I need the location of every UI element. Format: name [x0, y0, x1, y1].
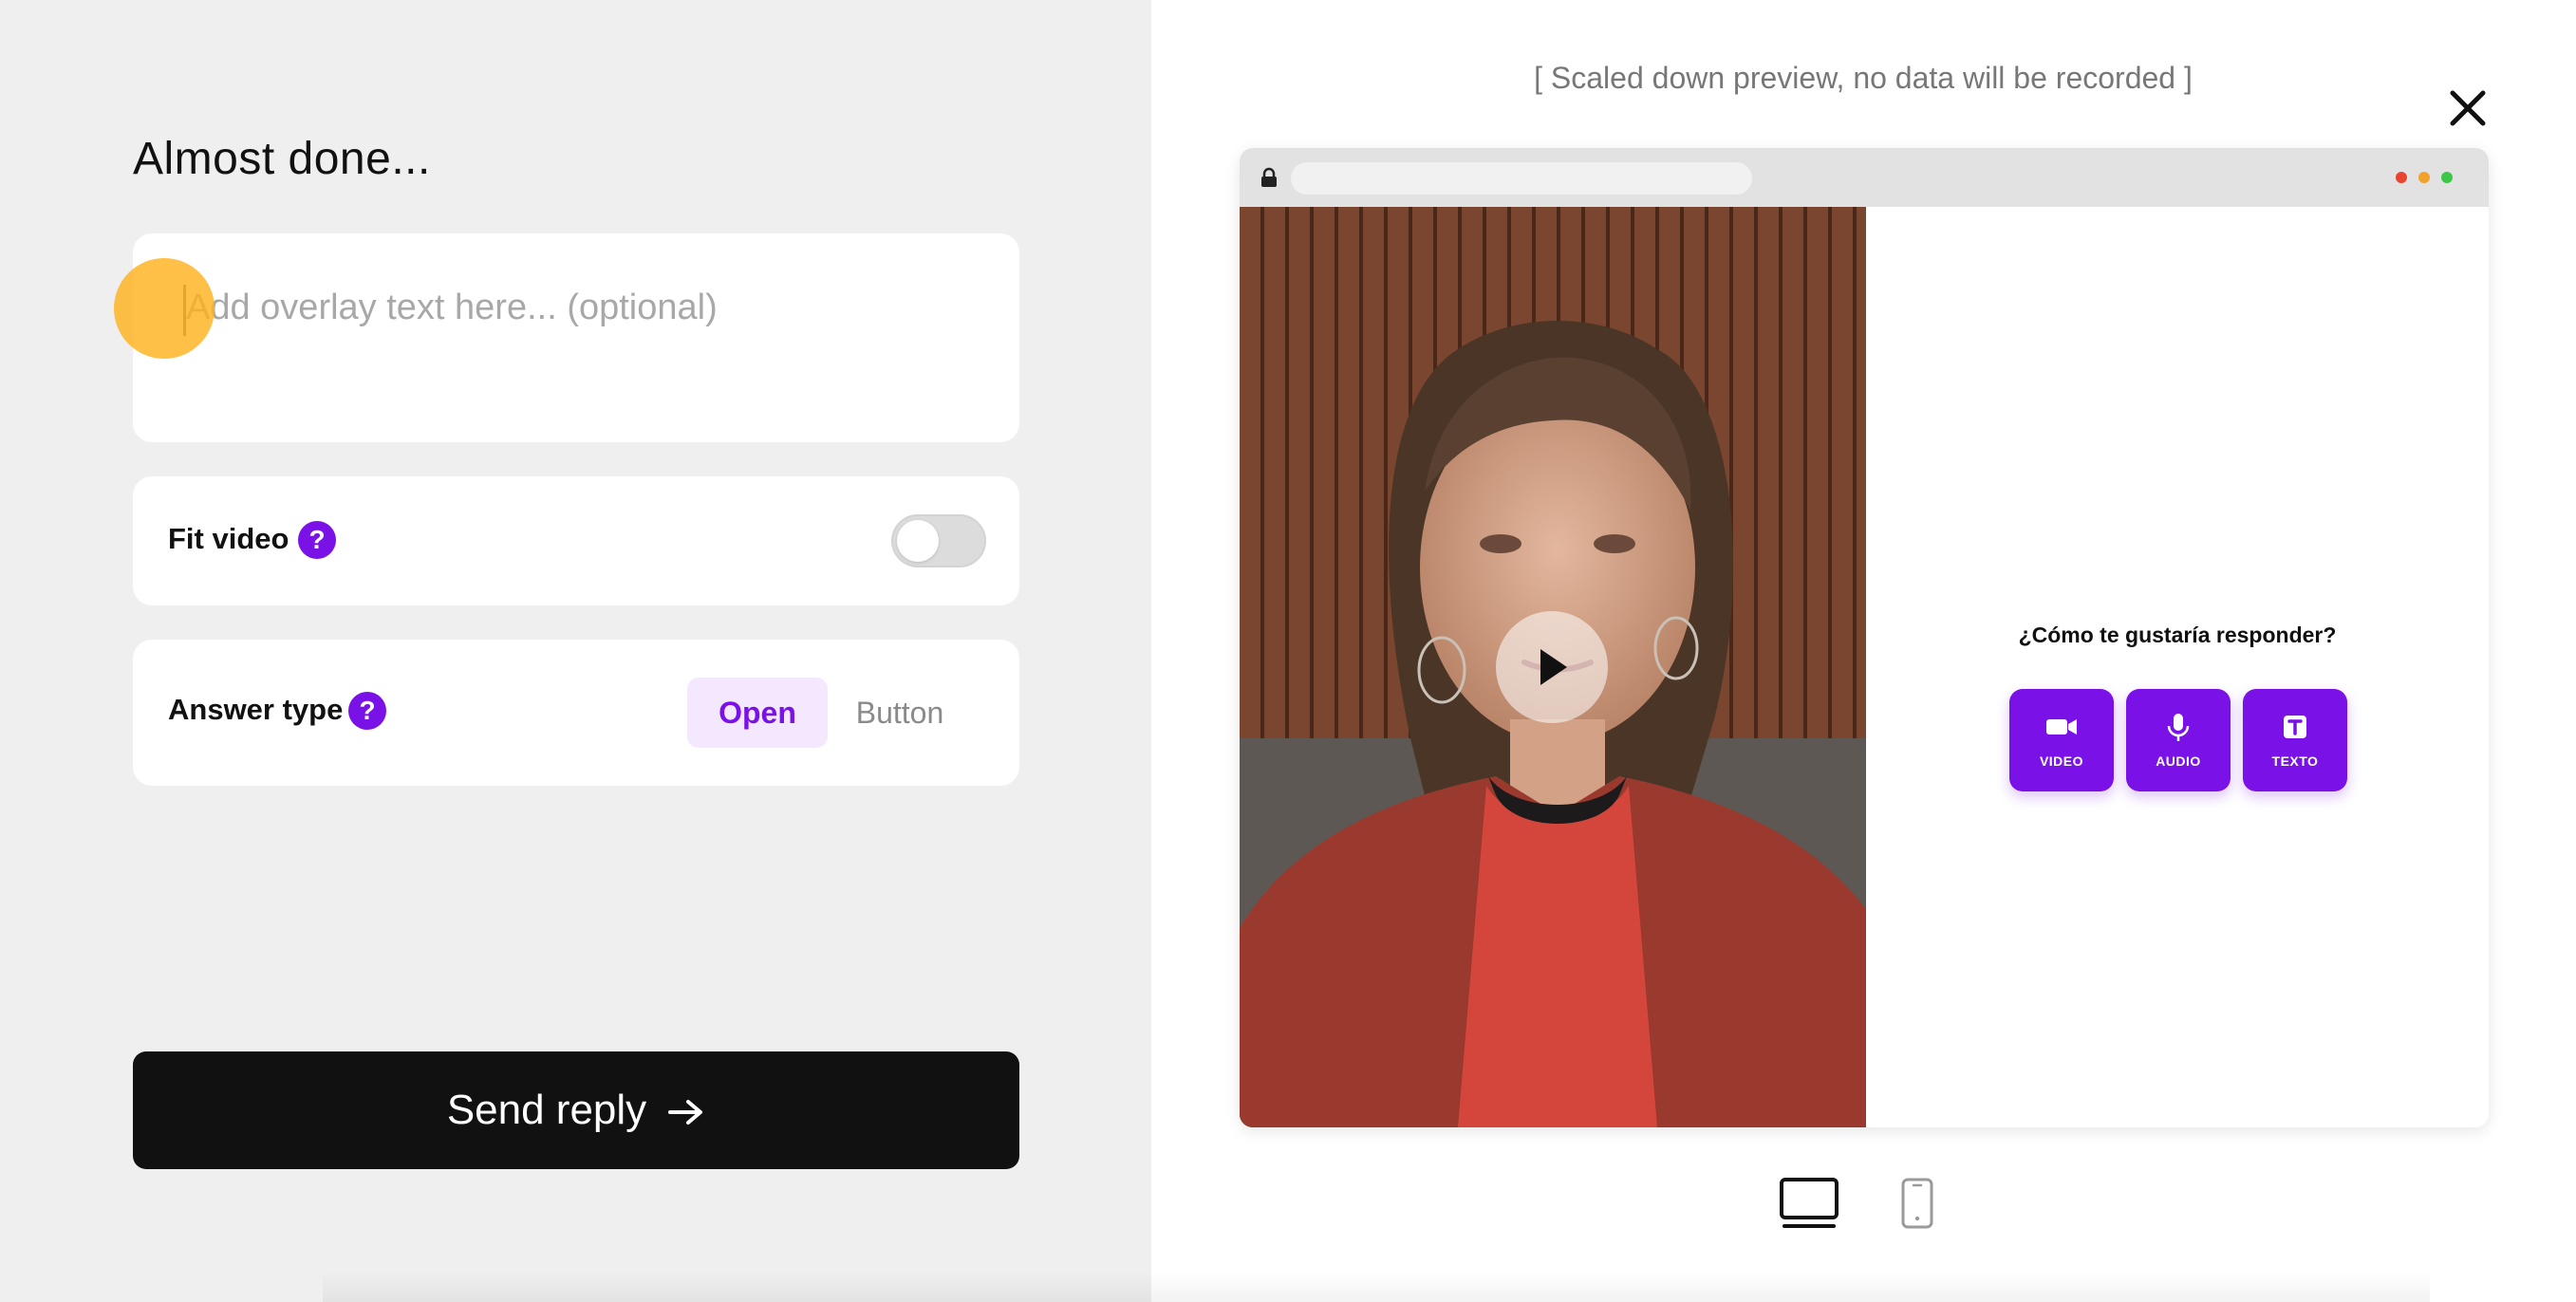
send-reply-label: Send reply — [446, 1087, 647, 1133]
close-icon[interactable] — [2443, 84, 2492, 133]
answer-type-label: Answer type — [168, 693, 344, 726]
overlay-text-input[interactable] — [182, 279, 983, 336]
answer-type-open-option[interactable]: Open — [687, 678, 828, 748]
window-maximize-dot — [2441, 172, 2453, 183]
help-icon[interactable]: ? — [298, 521, 336, 559]
mouse-cursor-highlight — [114, 258, 215, 359]
video-response-label: VIDEO — [2039, 753, 2084, 769]
audio-response-label: AUDIO — [2156, 753, 2201, 769]
fit-video-row: Fit video ? — [133, 476, 1019, 605]
microphone-icon — [2167, 714, 2190, 741]
bottom-shadow — [323, 1272, 2430, 1302]
arrow-right-icon — [668, 1100, 703, 1125]
audio-response-button[interactable]: AUDIO — [2126, 689, 2231, 791]
toggle-knob — [897, 520, 939, 562]
play-icon — [1540, 649, 1567, 685]
preview-note: [ Scaled down preview, no data will be r… — [1534, 61, 2193, 95]
response-options-area: ¿Cómo te gustaría responder? VIDEO AUDIO… — [1866, 207, 2489, 1127]
send-reply-button[interactable]: Send reply — [133, 1051, 1019, 1169]
fit-video-label: Fit video — [168, 522, 289, 555]
reply-settings-panel: Almost done... Fit video ? Answer type ?… — [0, 0, 1151, 1302]
video-response-button[interactable]: VIDEO — [2009, 689, 2114, 791]
play-button[interactable] — [1496, 611, 1608, 723]
answer-type-row: Answer type ? Open Button — [133, 640, 1019, 786]
window-close-dot — [2396, 172, 2407, 183]
lock-icon — [1261, 167, 1277, 187]
desktop-icon[interactable] — [1779, 1177, 1839, 1230]
mobile-icon[interactable] — [1900, 1177, 1934, 1230]
browser-toolbar — [1240, 148, 2489, 207]
help-icon[interactable]: ? — [348, 692, 386, 730]
response-question: ¿Cómo te gustaría responder? — [2018, 623, 2337, 647]
text-response-label: TEXTO — [2271, 753, 2319, 769]
text-response-button[interactable]: TEXTO — [2243, 689, 2347, 791]
window-minimize-dot — [2418, 172, 2430, 183]
text-icon — [2284, 716, 2306, 738]
page-title: Almost done... — [133, 134, 431, 184]
video-camera-icon — [2046, 719, 2077, 735]
overlay-text-card — [133, 233, 1019, 442]
answer-type-button-option[interactable]: Button — [841, 678, 959, 748]
browser-preview-frame: ¿Cómo te gustaría responder? VIDEO AUDIO… — [1240, 148, 2489, 1127]
fit-video-toggle[interactable] — [891, 514, 986, 567]
video-preview — [1240, 207, 1866, 1127]
address-bar — [1291, 162, 1752, 195]
